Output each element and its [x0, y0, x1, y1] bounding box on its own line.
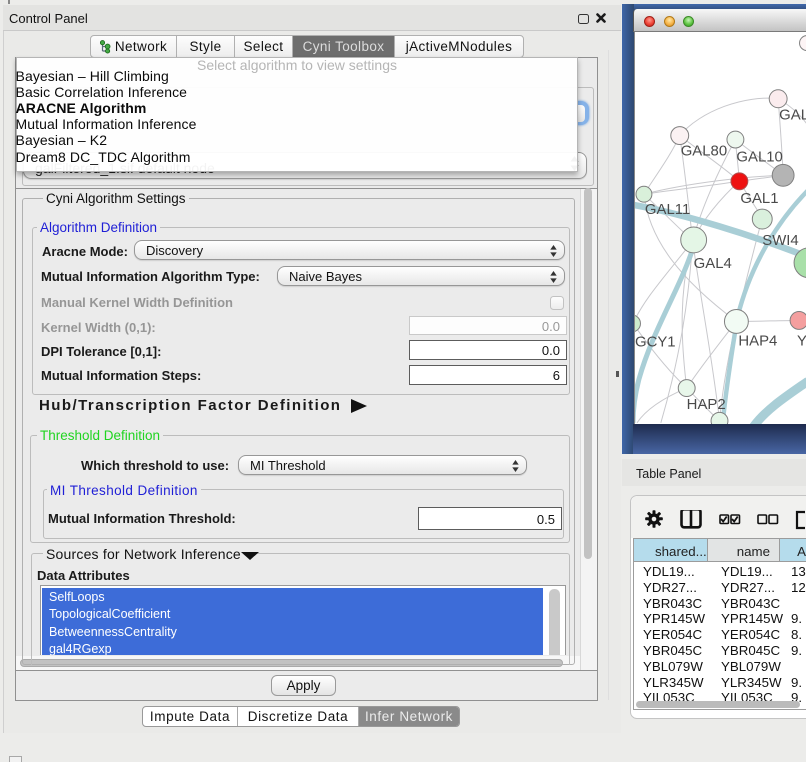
svg-text:GCY1: GCY1: [635, 334, 676, 350]
svg-text:Y: Y: [797, 333, 806, 349]
svg-text:GAL4: GAL4: [694, 256, 732, 272]
svg-text:GAL1: GAL1: [740, 191, 778, 207]
svg-text:GAL11: GAL11: [645, 202, 690, 218]
svg-text:GAL10: GAL10: [736, 149, 782, 165]
svg-text:GAL80: GAL80: [681, 143, 727, 159]
svg-text:GAL7: GAL7: [779, 108, 806, 124]
svg-text:SWI4: SWI4: [762, 233, 798, 249]
svg-text:HAP4: HAP4: [738, 333, 777, 349]
svg-text:HAP2: HAP2: [687, 397, 726, 413]
